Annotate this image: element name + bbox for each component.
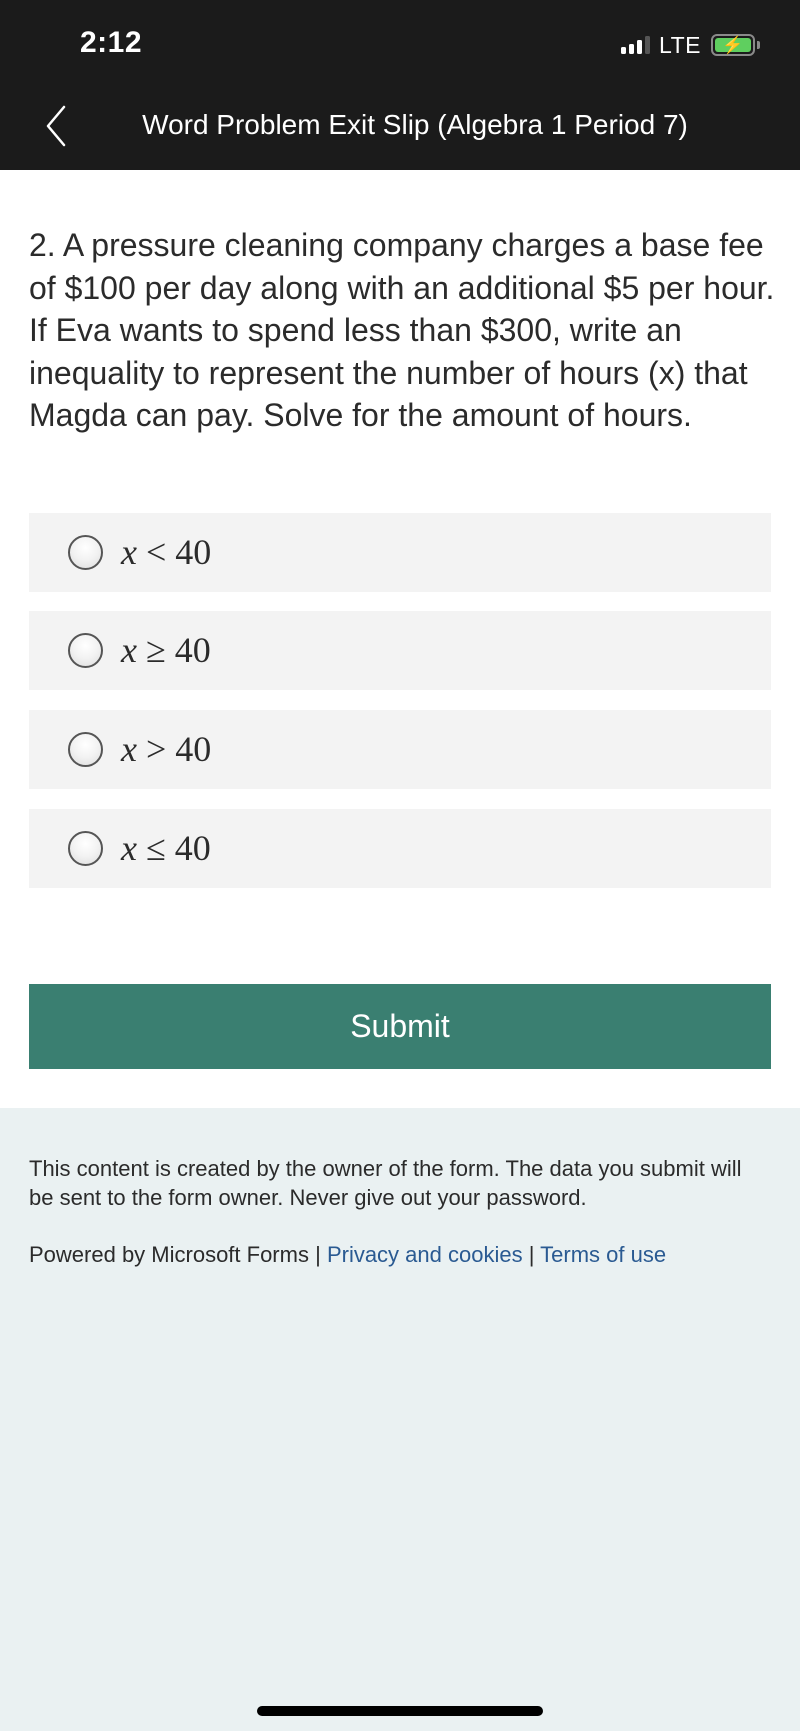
battery-icon: ⚡: [711, 34, 755, 56]
option-relation: <: [145, 532, 167, 572]
powered-by-text: Powered by Microsoft Forms: [29, 1242, 309, 1267]
answer-option[interactable]: x > 40: [29, 710, 771, 789]
battery-cap: [757, 41, 760, 49]
radio-button[interactable]: [68, 535, 103, 570]
option-variable: x: [121, 532, 137, 572]
page-footer: This content is created by the owner of …: [0, 1108, 800, 1731]
page-title: Word Problem Exit Slip (Algebra 1 Period…: [142, 109, 688, 140]
privacy-link[interactable]: Privacy and cookies: [327, 1242, 523, 1267]
terms-link[interactable]: Terms of use: [540, 1242, 666, 1267]
question-text: 2. A pressure cleaning company charges a…: [29, 227, 775, 433]
network-type: LTE: [659, 31, 701, 58]
option-value: 40: [175, 729, 212, 769]
footer-disclaimer: This content is created by the owner of …: [29, 1156, 742, 1210]
option-value: 40: [174, 828, 211, 868]
answer-option[interactable]: x ≥ 40: [29, 611, 771, 690]
status-time: 2:12: [80, 26, 143, 59]
option-variable: x: [121, 828, 137, 868]
option-value: 40: [174, 630, 211, 670]
answer-option-label: x < 40: [121, 531, 211, 573]
answer-option-label: x > 40: [121, 728, 211, 770]
option-relation: >: [145, 729, 167, 769]
answer-option[interactable]: x ≤ 40: [29, 809, 771, 888]
answer-option-label: x ≤ 40: [121, 827, 211, 869]
radio-button[interactable]: [68, 732, 103, 767]
option-value: 40: [175, 532, 212, 572]
option-variable: x: [121, 630, 137, 670]
home-indicator[interactable]: [257, 1706, 543, 1716]
option-variable: x: [121, 729, 137, 769]
answer-option-label: x ≥ 40: [121, 629, 211, 671]
app-header: 2:12 LTE ⚡ Word Problem Exit Slip (Algeb…: [0, 0, 800, 170]
link-separator: |: [315, 1242, 321, 1267]
radio-button[interactable]: [68, 633, 103, 668]
footer-links: Powered by Microsoft Forms | Privacy and…: [29, 1242, 666, 1268]
status-indicators: LTE ⚡: [621, 30, 760, 60]
submit-button[interactable]: Submit: [29, 984, 771, 1069]
charging-bolt-icon: ⚡: [722, 35, 744, 55]
answer-option[interactable]: x < 40: [29, 513, 771, 592]
signal-icon: [621, 36, 651, 54]
link-separator: |: [528, 1242, 535, 1267]
radio-button[interactable]: [68, 831, 103, 866]
option-relation: ≥: [145, 630, 166, 670]
option-relation: ≤: [145, 828, 166, 868]
form-content: 2. A pressure cleaning company charges a…: [0, 170, 800, 1108]
